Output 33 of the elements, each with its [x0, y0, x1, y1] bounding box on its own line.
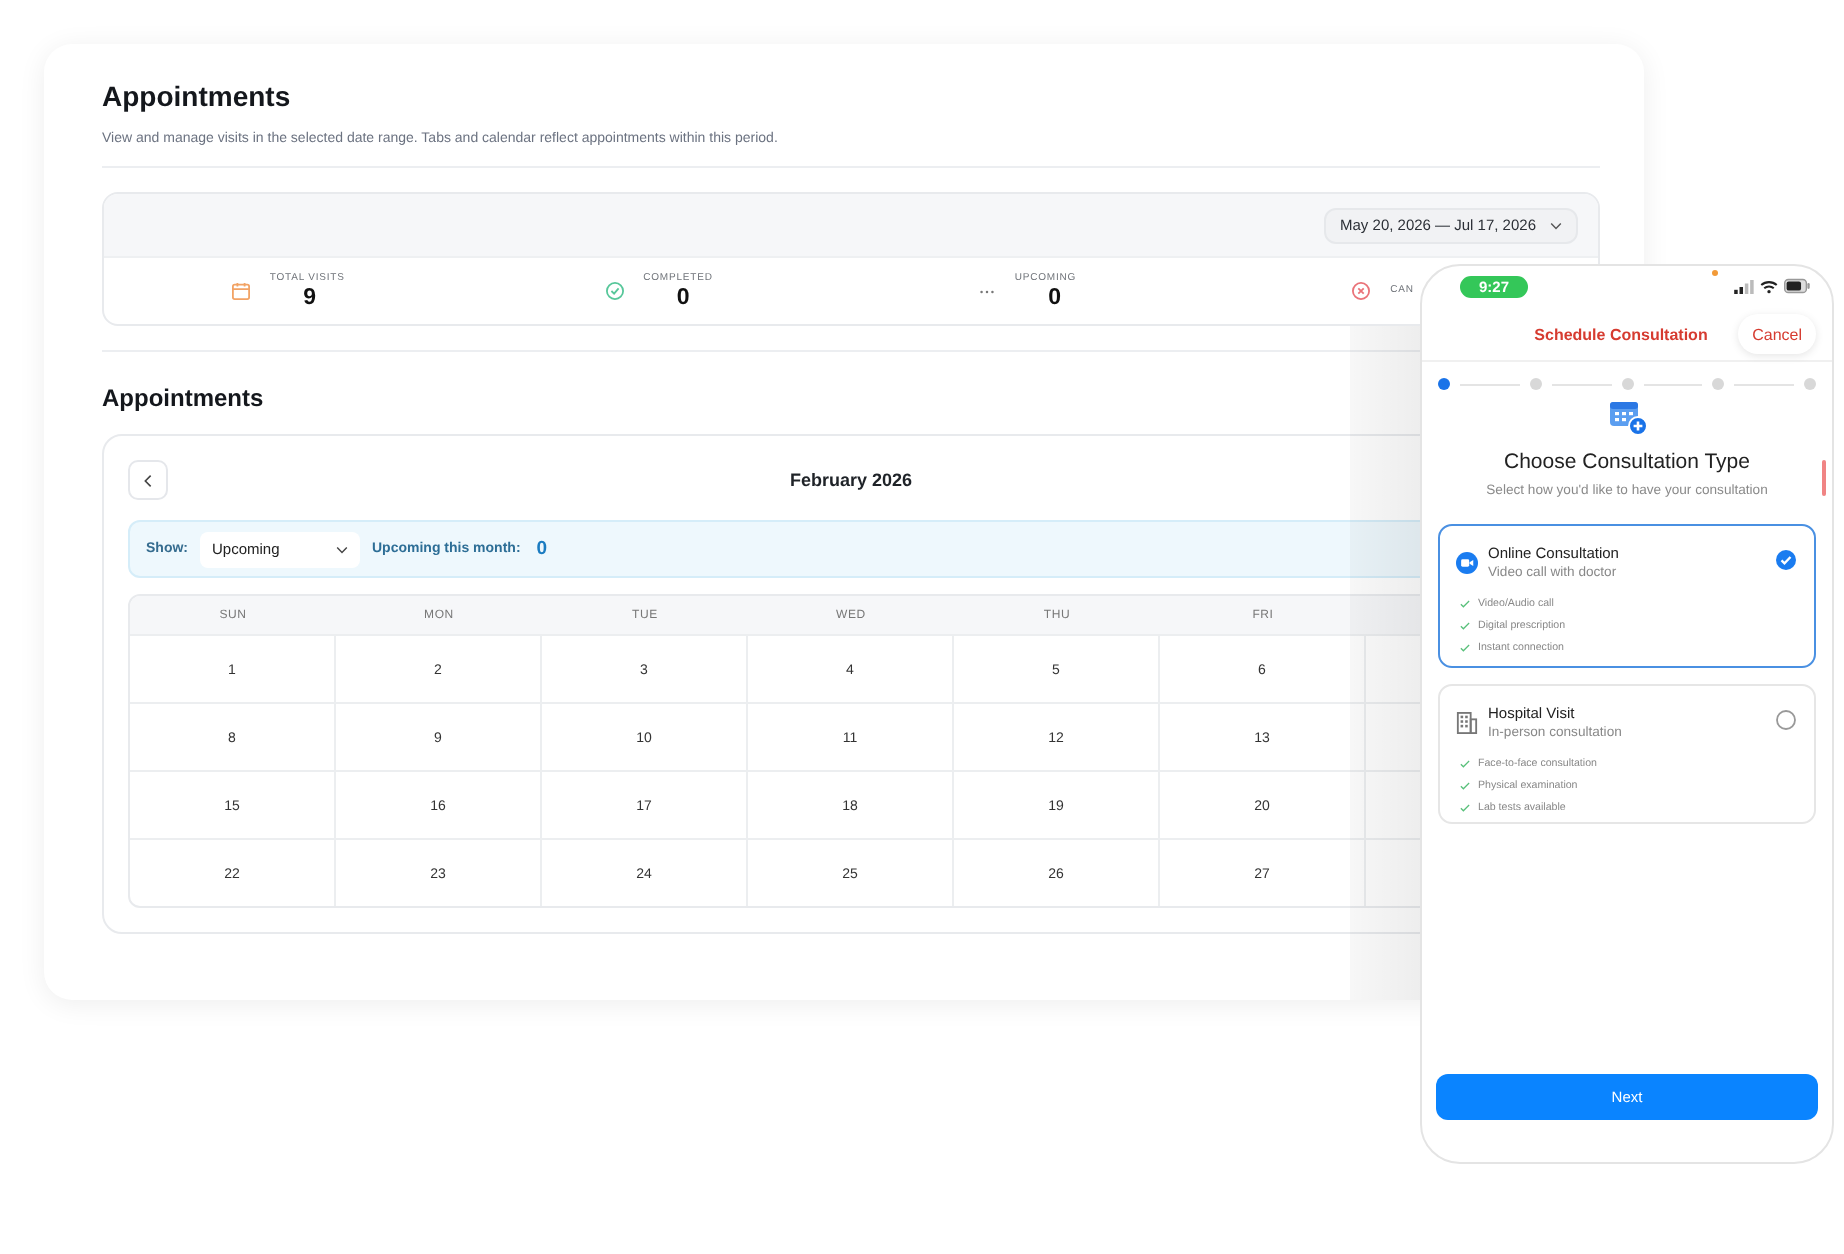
- check-icon: [1460, 760, 1470, 769]
- check-icon: [1460, 782, 1470, 791]
- header-title: Schedule Consultation: [1534, 325, 1708, 343]
- stat-value: 0: [676, 285, 690, 311]
- check-icon: [1460, 622, 1470, 631]
- wifi-icon: [1760, 279, 1778, 293]
- indicator-dot-icon: [1712, 270, 1718, 276]
- battery-icon: [1784, 278, 1810, 294]
- calendar-icon: [231, 282, 250, 300]
- building-icon: [1456, 712, 1478, 734]
- cancel-button[interactable]: Cancel: [1738, 314, 1816, 354]
- section-title: Appointments: [102, 384, 264, 412]
- calendar-plus-icon: [1607, 400, 1647, 436]
- stat-value: 0: [1048, 285, 1062, 311]
- x-circle-icon: [1352, 282, 1371, 300]
- chevron-left-icon: [144, 473, 152, 487]
- stat-value: 9: [303, 285, 317, 311]
- previous-month-button[interactable]: [128, 460, 168, 500]
- checked-radio-icon[interactable]: [1776, 550, 1796, 570]
- page-title: Appointments: [102, 78, 291, 114]
- check-icon: [1460, 643, 1470, 652]
- check-circle-icon: [605, 282, 624, 300]
- step-heading: Choose Consultation Type: [1504, 450, 1750, 474]
- check-icon: [1460, 600, 1470, 609]
- chevron-down-icon: [1550, 221, 1562, 229]
- check-icon: [1460, 803, 1470, 812]
- count-value: 0: [536, 538, 548, 560]
- signal-icon: [1734, 279, 1754, 293]
- chevron-down-icon: [336, 545, 348, 553]
- radio-icon[interactable]: [1776, 710, 1796, 730]
- month-title: February 2026: [789, 470, 913, 490]
- video-camera-icon: [1456, 552, 1478, 574]
- scrollbar-thumb: [1822, 460, 1826, 496]
